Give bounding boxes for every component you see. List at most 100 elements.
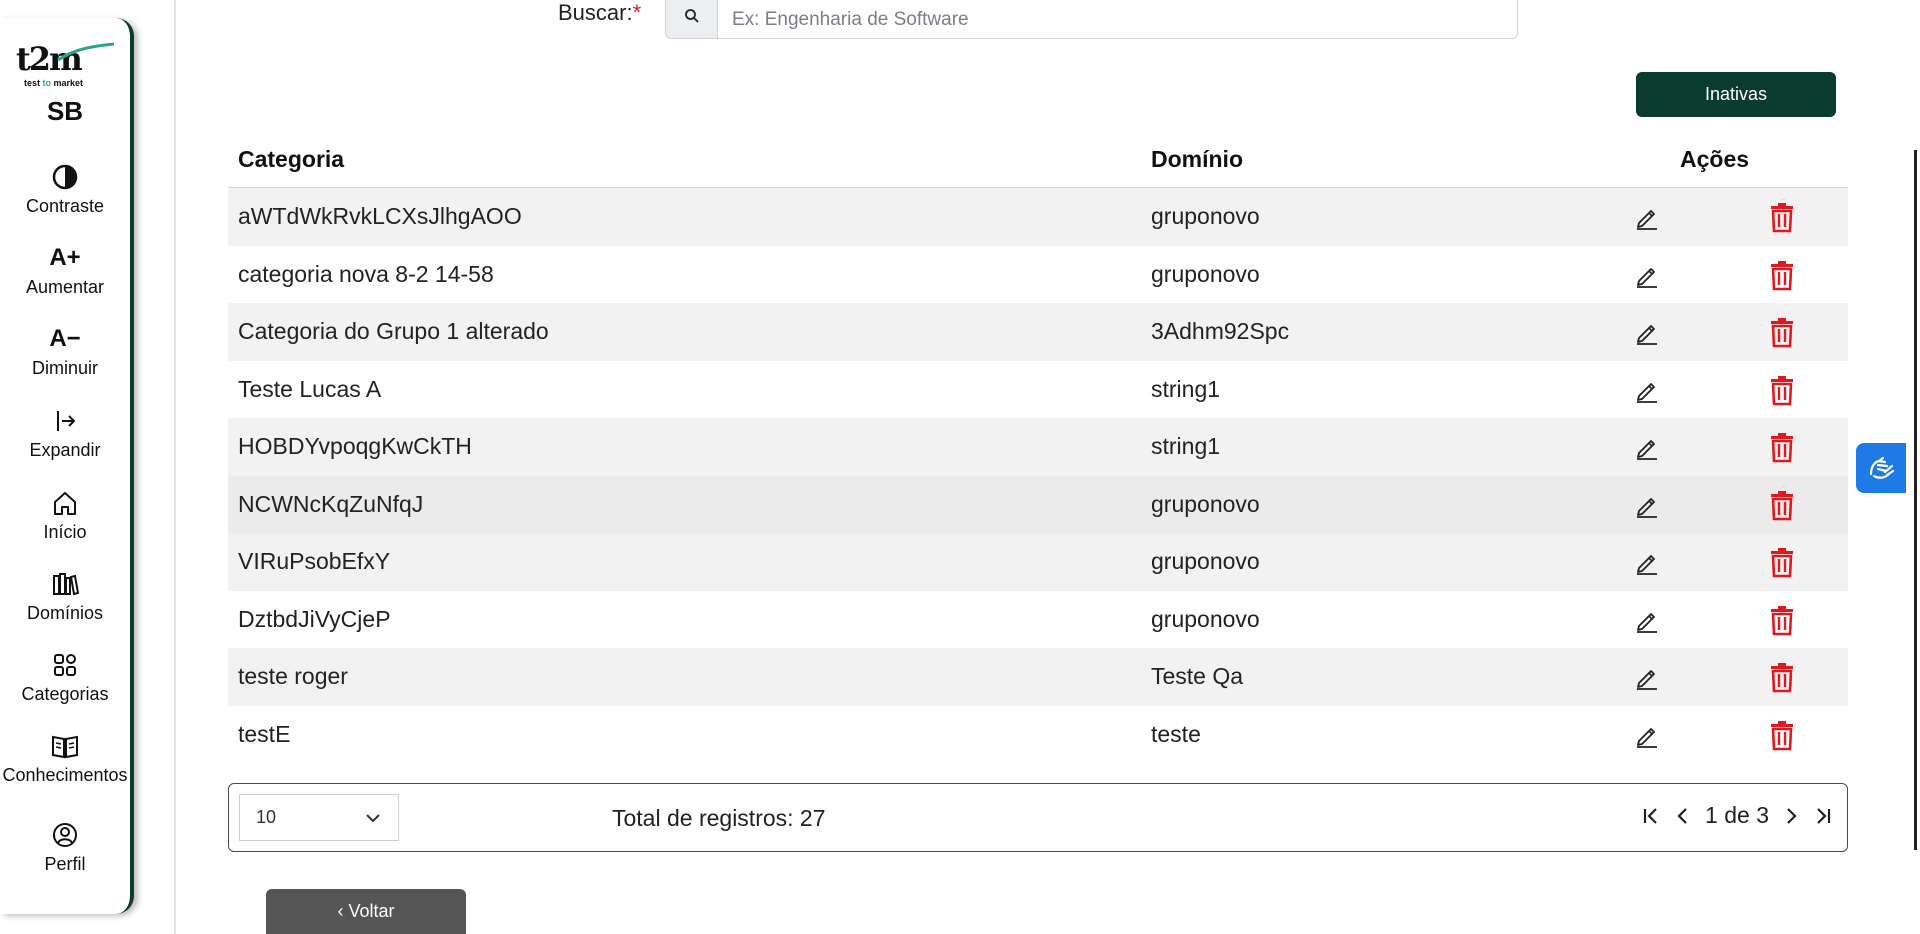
edit-icon[interactable] [1632, 260, 1662, 290]
table-row: HOBDYvpoqgKwCkTH string1 [228, 418, 1848, 476]
prev-page-button[interactable] [1673, 804, 1693, 828]
chevron-down-icon [366, 814, 380, 823]
trash-icon[interactable] [1766, 718, 1798, 752]
table-body: aWTdWkRvkLCXsJlhgAOO gruponovo categoria n… [228, 188, 1848, 763]
edit-icon[interactable] [1632, 605, 1662, 635]
trash-icon[interactable] [1766, 200, 1798, 234]
search-box [665, 0, 1518, 39]
category-cell: categoria nova 8-2 14-58 [238, 260, 494, 287]
last-page-button[interactable] [1813, 804, 1833, 828]
sidebar-item-home[interactable]: Início [0, 488, 130, 543]
header-category: Categoria [238, 146, 345, 172]
sidebar-item-label: Conhecimentos [2, 765, 128, 785]
user-circle-icon [53, 823, 77, 847]
categories-table: Categoria Domínio Ações aWTdWkRvkLCXsJlh… [228, 134, 1848, 763]
trash-icon[interactable] [1766, 488, 1798, 522]
font-decrease-icon: A− [49, 325, 81, 352]
trash-icon[interactable] [1766, 430, 1798, 464]
pagination-bar: 10 Total de registros: 27 1 de 3 [228, 783, 1848, 852]
table-row: NCWNcKqZuNfqJ gruponovo [228, 475, 1848, 533]
scrollbar[interactable] [1914, 150, 1917, 850]
sidebar-item-font-decrease[interactable]: A− Diminuir [0, 324, 130, 379]
domain-cell: gruponovo [1151, 260, 1260, 287]
logo-swoosh-icon [57, 42, 115, 62]
sidebar: t2m test to market SB Contraste A+ Aumen… [0, 18, 134, 914]
table-header: Categoria Domínio Ações [228, 134, 1848, 188]
page-indicator: 1 de 3 [1705, 802, 1769, 828]
domain-cell: gruponovo [1151, 203, 1260, 229]
search-input[interactable] [718, 0, 1517, 38]
sidebar-item-font-increase[interactable]: A+ Aumentar [0, 243, 130, 298]
open-book-icon [52, 735, 78, 759]
inactive-button[interactable]: Inativas [1636, 72, 1836, 117]
edit-icon[interactable] [1632, 662, 1662, 692]
page-size-select[interactable]: 10 [239, 794, 399, 841]
sidebar-item-label: Domínios [26, 603, 104, 623]
domain-cell: string1 [1151, 433, 1221, 459]
edit-icon[interactable] [1632, 490, 1662, 520]
sidebar-item-label: Expandir [29, 440, 101, 460]
edit-icon[interactable] [1632, 317, 1662, 347]
books-icon [53, 573, 80, 596]
grid-icon [54, 654, 76, 676]
first-page-icon [1643, 807, 1657, 824]
table-row: testE teste [228, 706, 1848, 764]
category-cell: VIRuPsobEfxY [238, 548, 391, 574]
expand-icon [57, 411, 76, 431]
sidebar-item-label: Aumentar [25, 277, 105, 297]
category-cell: aWTdWkRvkLCXsJlhgAOO [238, 203, 522, 229]
trash-icon[interactable] [1766, 660, 1798, 694]
domain-cell: teste [1151, 720, 1201, 747]
sign-language-icon [1869, 456, 1895, 479]
chevron-left-icon [1677, 807, 1687, 824]
category-cell: NCWNcKqZuNfqJ [238, 490, 424, 517]
table-row: VIRuPsobEfxY gruponovo [228, 533, 1848, 591]
edit-icon[interactable] [1632, 547, 1662, 577]
search-button[interactable] [666, 0, 718, 38]
edit-icon[interactable] [1632, 375, 1662, 405]
contrast-icon [52, 164, 78, 190]
sidebar-item-expand[interactable]: Expandir [0, 406, 130, 461]
sidebar-item-label: Início [43, 522, 87, 542]
category-cell: Teste Lucas A [238, 375, 382, 402]
sidebar-item-knowledge[interactable]: Conhecimentos [0, 731, 130, 786]
trash-icon[interactable] [1766, 545, 1798, 579]
trash-icon[interactable] [1766, 373, 1798, 407]
domain-cell: gruponovo [1151, 490, 1260, 517]
table-row: Teste Lucas A string1 [228, 361, 1848, 419]
table-row: aWTdWkRvkLCXsJlhgAOO gruponovo [228, 188, 1848, 246]
category-cell: Categoria do Grupo 1 alterado [238, 318, 549, 344]
accessibility-widget-button[interactable] [1856, 443, 1906, 493]
chevron-right-icon [1787, 807, 1797, 824]
edit-icon[interactable] [1632, 720, 1662, 750]
sidebar-item-label: Contraste [25, 196, 105, 216]
header-actions: Ações [1680, 146, 1750, 172]
domain-cell: gruponovo [1151, 548, 1260, 574]
sidebar-item-profile[interactable]: Perfil [0, 820, 130, 875]
search-icon [684, 8, 699, 23]
sidebar-item-contrast[interactable]: Contraste [0, 162, 130, 217]
home-icon [54, 492, 76, 515]
category-cell: DztbdJiVyCjeP [238, 605, 391, 632]
next-page-button[interactable] [1781, 804, 1801, 828]
edit-icon[interactable] [1632, 432, 1662, 462]
domain-cell: 3Adhm92Spc [1151, 318, 1290, 344]
domain-cell: gruponovo [1151, 605, 1260, 632]
header-domain: Domínio [1151, 146, 1243, 172]
first-page-button[interactable] [1641, 804, 1661, 828]
edit-icon[interactable] [1632, 202, 1662, 232]
font-increase-icon: A+ [49, 244, 81, 271]
domain-cell: string1 [1151, 375, 1221, 402]
table-row: Categoria do Grupo 1 alterado 3Adhm92Spc [228, 303, 1848, 361]
sidebar-item-label: Diminuir [31, 358, 98, 378]
user-initials: SB [46, 96, 84, 126]
trash-icon[interactable] [1766, 315, 1798, 349]
domain-cell: Teste Qa [1151, 663, 1244, 689]
back-button[interactable]: ‹ Voltar [266, 889, 466, 934]
page-controls: 1 de 3 [1641, 802, 1833, 829]
sidebar-item-categories[interactable]: Categorias [0, 650, 130, 705]
sidebar-item-domains[interactable]: Domínios [0, 569, 130, 624]
table-row: categoria nova 8-2 14-58 gruponovo [228, 246, 1848, 304]
trash-icon[interactable] [1766, 603, 1798, 637]
trash-icon[interactable] [1766, 258, 1798, 292]
